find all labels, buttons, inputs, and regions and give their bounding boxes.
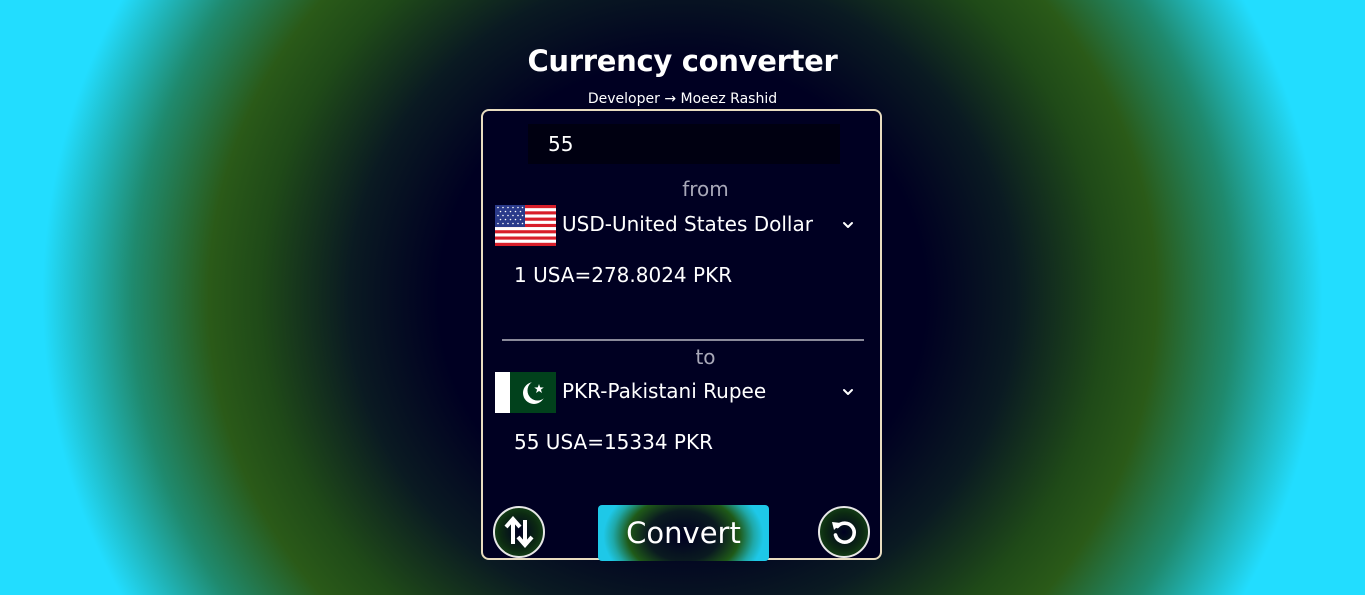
pk-flag-icon — [495, 372, 556, 413]
conversion-result-text: 55 USA=15334 PKR — [514, 430, 714, 454]
from-currency-select[interactable]: USD-United States Dollar — [562, 212, 862, 236]
exchange-rate-text: 1 USA=278.8024 PKR — [514, 263, 733, 287]
us-flag-icon — [495, 205, 556, 246]
section-divider — [502, 339, 864, 341]
convert-button[interactable]: Convert — [598, 505, 769, 561]
from-label: from — [682, 177, 729, 201]
reset-icon — [832, 521, 856, 544]
swap-button[interactable] — [493, 506, 545, 558]
reset-button[interactable] — [818, 506, 870, 558]
from-chevron-down-icon[interactable] — [841, 217, 855, 231]
amount-input[interactable] — [528, 124, 840, 164]
swap-arrows-icon — [504, 516, 534, 548]
to-label: to — [695, 345, 716, 369]
to-chevron-down-icon[interactable] — [841, 384, 855, 398]
to-currency-select[interactable]: PKR-Pakistani Rupee — [562, 379, 862, 403]
developer-credit: Developer → Moeez Rashid — [587, 91, 778, 107]
converter-card: from USD-United States Dollar 1 USA=278.… — [481, 109, 882, 561]
page-title: Currency converter — [527, 44, 838, 78]
